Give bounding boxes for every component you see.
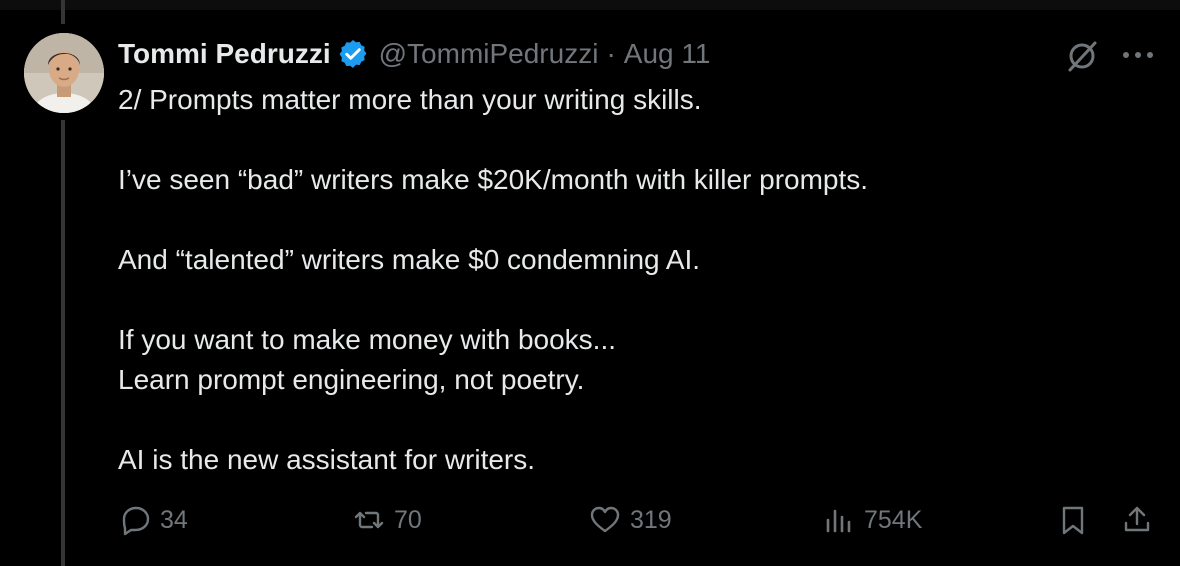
tweet-actions: 34 70 319 754K [118, 500, 1158, 540]
tweet-date[interactable]: Aug 11 [624, 38, 711, 70]
views-button[interactable]: 754K [822, 500, 922, 540]
verified-badge-icon[interactable] [337, 38, 369, 70]
more-icon[interactable] [1118, 40, 1158, 70]
tweet-line: If you want to make money with books... [118, 324, 617, 355]
tweet-line: AI is the new assistant for writers. [118, 444, 536, 475]
like-count: 319 [630, 505, 672, 534]
bookmark-button[interactable] [1056, 500, 1098, 540]
bookmark-icon [1062, 506, 1084, 535]
reply-button[interactable]: 34 [118, 500, 188, 540]
repost-icon [354, 511, 384, 529]
avatar[interactable] [24, 33, 104, 113]
share-button[interactable] [1120, 500, 1162, 540]
top-divider [0, 0, 1180, 10]
separator-dot: · [606, 38, 616, 69]
thread-line [61, 120, 65, 566]
views-icon [826, 509, 851, 533]
tweet-line: 2/ Prompts matter more than your writing… [118, 84, 702, 115]
like-button[interactable]: 319 [588, 500, 672, 540]
tweet-header: Tommi Pedruzzi @TommiPedruzzi · Aug 11 [118, 34, 710, 74]
tweet-text: 2/ Prompts matter more than your writing… [118, 80, 1148, 480]
reply-icon [122, 506, 150, 536]
grok-icon[interactable] [1062, 35, 1102, 75]
author-name[interactable]: Tommi Pedruzzi [118, 38, 331, 70]
avatar-image [24, 33, 104, 113]
tweet-line: And “talented” writers make $0 condemnin… [118, 244, 701, 275]
tweet-line: Learn prompt engineering, not poetry. [118, 364, 585, 395]
views-count: 754K [864, 505, 923, 534]
thread-line-top [61, 0, 65, 24]
author-handle[interactable]: @TommiPedruzzi [379, 38, 599, 70]
tweet-line: I’ve seen “bad” writers make $20K/month … [118, 164, 869, 195]
reply-count: 34 [160, 505, 188, 534]
repost-count: 70 [394, 505, 422, 534]
repost-button[interactable]: 70 [352, 500, 422, 540]
like-icon [590, 506, 620, 533]
share-icon [1124, 506, 1150, 532]
